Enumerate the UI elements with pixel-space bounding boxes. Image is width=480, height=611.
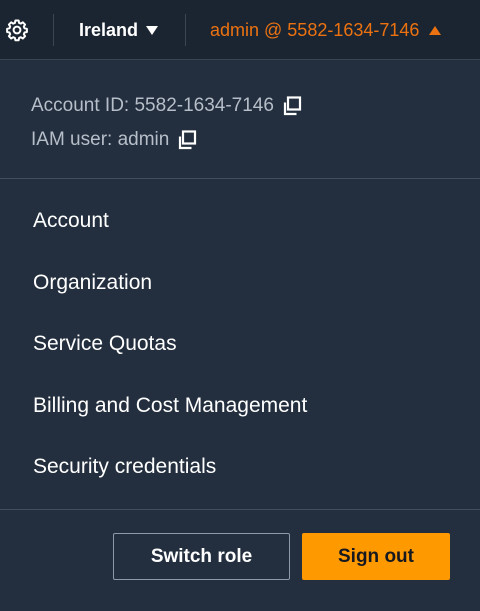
topbar-divider	[185, 14, 186, 46]
copy-icon[interactable]	[177, 130, 197, 150]
account-menu-toggle[interactable]: admin @ 5582-1634-7146	[210, 18, 442, 42]
account-menu-list: Account Organization Service Quotas Bill…	[33, 190, 307, 498]
menu-item-organization[interactable]: Organization	[33, 252, 307, 314]
caret-down-icon	[146, 25, 159, 35]
top-navigation-bar: Ireland admin @ 5582-1634-7146	[0, 0, 480, 60]
region-selector[interactable]: Ireland	[79, 18, 159, 42]
section-divider	[0, 509, 480, 510]
account-id-row: Account ID: 5582-1634-7146	[31, 92, 302, 120]
account-id-text: Account ID: 5582-1634-7146	[31, 95, 274, 116]
topbar-divider	[53, 14, 54, 46]
iam-user-text: IAM user: admin	[31, 129, 170, 150]
region-label: Ireland	[79, 19, 139, 40]
menu-item-service-quotas[interactable]: Service Quotas	[33, 313, 307, 375]
menu-item-security-credentials[interactable]: Security credentials	[33, 436, 307, 498]
menu-item-account[interactable]: Account	[33, 190, 307, 252]
gear-icon[interactable]	[4, 17, 30, 43]
sign-out-button[interactable]: Sign out	[302, 533, 450, 580]
caret-up-icon	[429, 25, 442, 35]
account-label: admin @ 5582-1634-7146	[210, 19, 420, 40]
account-info-section: Account ID: 5582-1634-7146 IAM user: adm…	[31, 92, 302, 160]
copy-icon[interactable]	[282, 96, 302, 116]
switch-role-button[interactable]: Switch role	[113, 533, 290, 580]
iam-user-row: IAM user: admin	[31, 126, 302, 154]
section-divider	[0, 178, 480, 179]
menu-item-billing[interactable]: Billing and Cost Management	[33, 375, 307, 437]
